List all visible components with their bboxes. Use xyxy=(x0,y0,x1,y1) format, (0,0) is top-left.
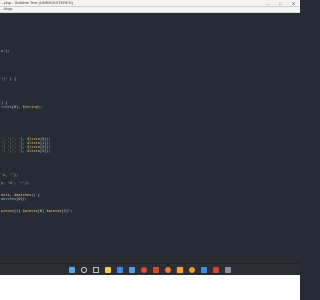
powerpoint-icon xyxy=(153,266,159,273)
taskbar xyxy=(0,263,300,275)
windows-start-icon xyxy=(69,266,75,273)
code-line: 's, ''); xyxy=(1,173,18,177)
task-view-icon xyxy=(93,266,99,273)
taskbar-button-mail[interactable] xyxy=(128,266,136,274)
code-line: x'); xyxy=(1,49,10,53)
menu-item-settings[interactable]: ...ttings xyxy=(1,7,12,12)
code-line: matches[0]); xyxy=(1,197,27,201)
code-token: [3]); xyxy=(39,149,51,153)
store-icon xyxy=(117,266,123,273)
code-line: '; ';', '), $lista[3]); xyxy=(1,149,51,153)
search-icon xyxy=(81,266,87,273)
code-token: '); xyxy=(11,173,19,177)
code-token: $pieces xyxy=(46,209,62,213)
title-bar: ...php - Sublime Text (UNREGISTERED) – □… xyxy=(0,0,300,7)
taskbar-button-explorer[interactable] xyxy=(104,266,112,274)
code-line: y, 'O', ';'); xyxy=(1,181,29,185)
code-editor[interactable]: x'); ")' ) {) {tches[0], $string); ', ';',… xyxy=(0,13,300,264)
code-token: pieces xyxy=(1,209,14,213)
taskbar-button-app-blue[interactable] xyxy=(200,266,208,274)
code-token: '; ';', ' xyxy=(1,149,21,153)
app-blue-icon xyxy=(201,266,207,273)
code-token: matches xyxy=(1,197,17,201)
code-token: [0]); xyxy=(16,197,27,201)
taskbar-button-store[interactable] xyxy=(116,266,124,274)
taskbar-button-sublime[interactable] xyxy=(176,265,184,274)
taskbar-button-task-view[interactable] xyxy=(92,266,100,274)
code-token: $pieces xyxy=(22,209,38,213)
code-token: 's, ' xyxy=(1,173,12,177)
taskbar-button-start[interactable] xyxy=(68,266,76,274)
terminal-icon xyxy=(225,266,231,273)
mail-icon xyxy=(129,266,135,273)
firefox-icon xyxy=(189,266,195,273)
chrome-icon xyxy=(141,266,147,273)
code-token: [1] xyxy=(13,209,23,213)
code-token: [1]"; xyxy=(61,209,73,213)
code-token: )) { xyxy=(31,193,40,197)
maximize-button[interactable]: □ xyxy=(274,0,287,6)
code-line: pieces[1] $pieces[0] $pieces[1]"; xyxy=(1,209,72,213)
xampp-icon xyxy=(165,266,171,273)
sublime-text-icon xyxy=(177,266,183,273)
window-controls: – □ ✕ xyxy=(261,0,300,6)
taskbar-button-search[interactable] xyxy=(80,266,88,274)
taskbar-button-firefox[interactable] xyxy=(188,266,196,274)
code-line: tches[0], $string); xyxy=(1,105,42,109)
app-red-icon xyxy=(213,266,219,273)
taskbar-button-xampp[interactable] xyxy=(164,266,172,274)
code-token: ); xyxy=(24,181,30,185)
desktop-background xyxy=(0,275,300,300)
code-token: $lista xyxy=(26,149,40,153)
code-token: $string xyxy=(22,105,38,109)
minimize-button[interactable]: – xyxy=(261,0,274,6)
window-title: ...php - Sublime Text (UNREGISTERED) xyxy=(1,0,73,5)
code-token: tches xyxy=(1,105,12,109)
code-token: x'); xyxy=(1,49,10,53)
taskbar-button-chrome[interactable] xyxy=(140,266,148,274)
close-button[interactable]: ✕ xyxy=(287,0,300,6)
code-line: ")' ) { xyxy=(1,77,16,81)
taskbar-button-terminal[interactable] xyxy=(224,266,232,274)
taskbar-button-app-red[interactable] xyxy=(212,266,220,274)
code-token: [0], xyxy=(11,105,23,109)
code-token: ")' ) { xyxy=(1,77,17,81)
taskbar-button-ppt[interactable] xyxy=(152,266,160,274)
file-explorer-icon xyxy=(105,266,111,273)
code-token: ); xyxy=(37,105,43,109)
